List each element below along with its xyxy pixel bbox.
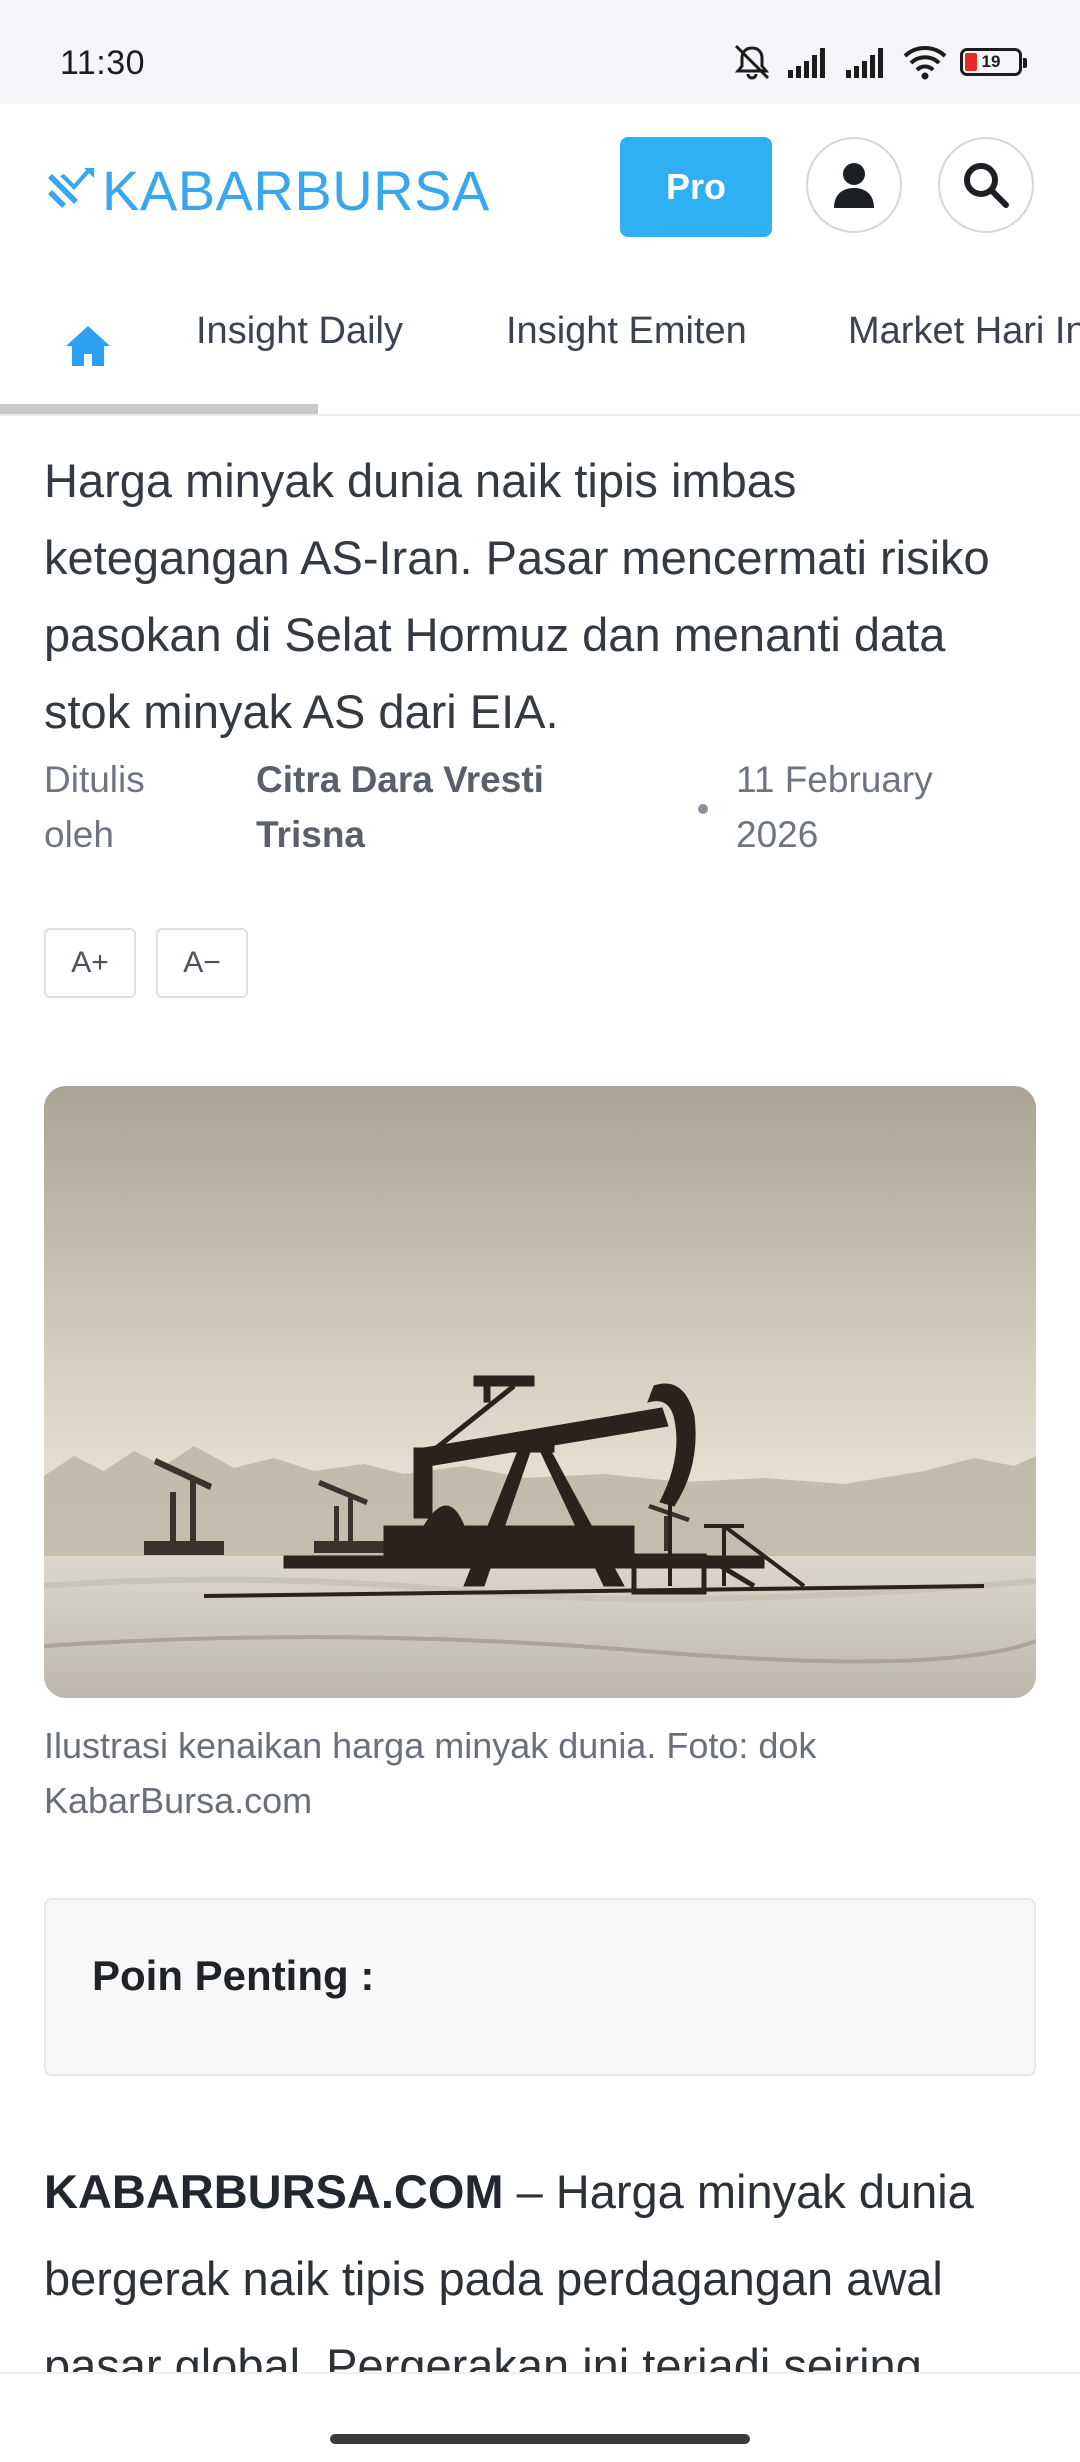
search-button[interactable] [938, 137, 1034, 233]
article-lead: Harga minyak dunia naik tipis imbas kete… [44, 454, 990, 738]
article-meta: Ditulis oleh Citra Dara Vresti Trisna 11… [44, 752, 1044, 864]
battery-level: 19 [981, 52, 1001, 71]
logo-text: KABARBURSA [102, 158, 490, 222]
meta-separator [698, 804, 708, 814]
key-points-label: Poin Penting : [92, 1952, 375, 1999]
home-icon[interactable] [62, 320, 114, 372]
font-increase-button[interactable]: A+ [44, 928, 136, 998]
category-nav: Insight Daily Insight Emiten Market Hari… [0, 270, 1080, 416]
article-body: KABARBURSA.COM – Harga minyak dunia berg… [44, 2148, 1044, 2409]
nav-scroll-indicator [0, 404, 318, 414]
tab-market-hari-ini[interactable]: Market Hari Ini [848, 310, 1080, 353]
publish-date: 11 February 2026 [736, 759, 933, 855]
font-decrease-button[interactable]: A− [156, 928, 248, 998]
article-image [44, 1086, 1036, 1698]
signal-icon [846, 48, 883, 78]
pro-button[interactable]: Pro [620, 137, 772, 237]
author-name[interactable]: Citra Dara Vresti Trisna [256, 752, 616, 862]
signal-icon [788, 48, 825, 78]
mute-icon [734, 44, 770, 80]
tab-insight-emiten[interactable]: Insight Emiten [506, 310, 747, 353]
body-brand: KABARBURSA.COM [44, 2165, 504, 2218]
status-time: 11:30 [60, 44, 146, 82]
key-points-box: Poin Penting : [44, 1898, 1036, 2076]
system-nav-bar [0, 2372, 1080, 2462]
status-icons: 19 [730, 40, 1027, 84]
image-caption: Ilustrasi kenaikan harga minyak dunia. F… [44, 1725, 817, 1821]
site-header: KABARBURSA Pro [0, 104, 1080, 271]
status-bar: 11:30 19 [0, 0, 1080, 104]
oil-pumpjack-photo [44, 1086, 1036, 1698]
wifi-icon [903, 46, 947, 80]
logo-mark-icon [48, 168, 94, 208]
site-logo[interactable]: KABARBURSA [44, 154, 490, 226]
tab-insight-daily[interactable]: Insight Daily [196, 310, 403, 353]
battery-icon: 19 [960, 48, 1027, 76]
search-icon [964, 163, 1009, 208]
home-indicator[interactable] [330, 2434, 750, 2444]
account-button[interactable] [806, 137, 902, 233]
byline-prefix: Ditulis oleh [44, 759, 145, 855]
user-icon [834, 163, 874, 208]
